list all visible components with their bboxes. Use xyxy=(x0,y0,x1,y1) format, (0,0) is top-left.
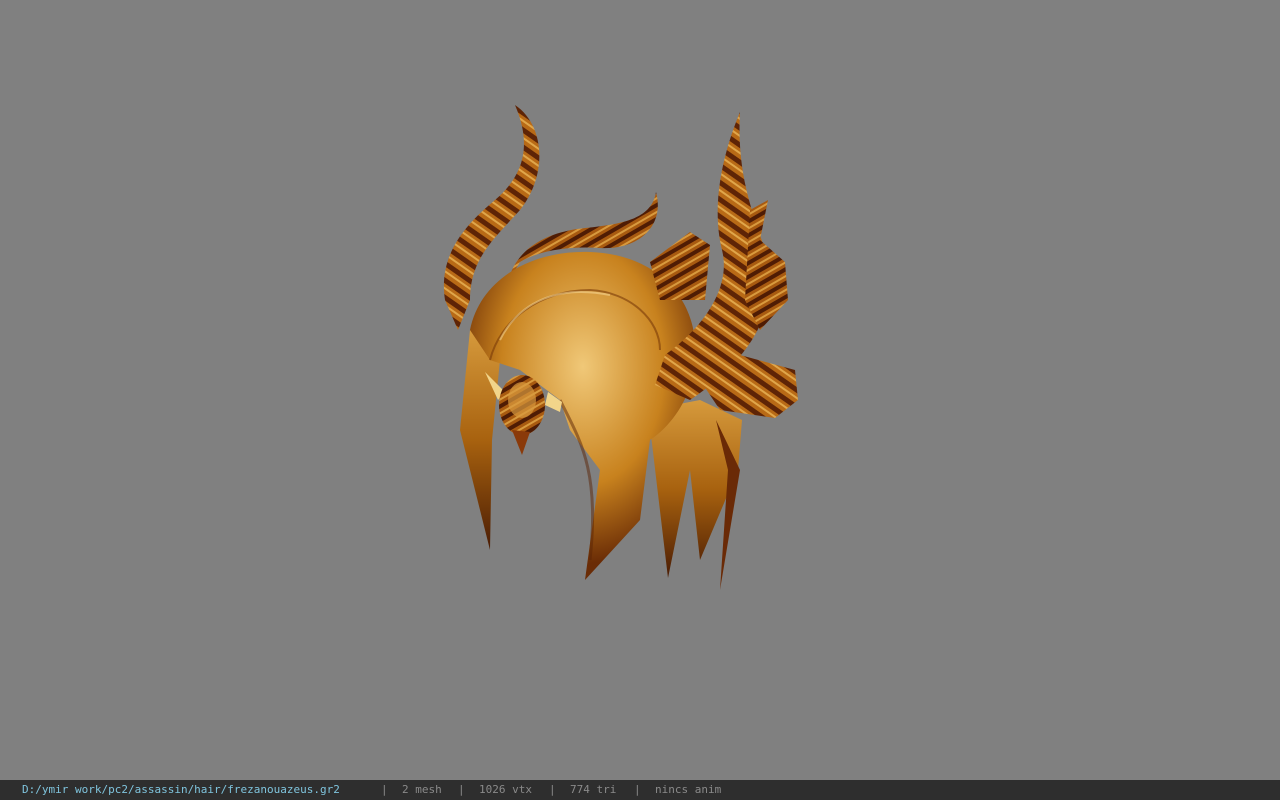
vertex-count: 1026 vtx xyxy=(479,783,532,796)
file-path: D:/ymir work/pc2/assassin/hair/frezanoua… xyxy=(22,783,340,796)
hair-right-block xyxy=(650,232,710,300)
mesh-count: 2 mesh xyxy=(402,783,442,796)
separator: | xyxy=(634,783,641,796)
triangle-count: 774 tri xyxy=(570,783,617,796)
separator: | xyxy=(381,783,388,796)
3d-viewport[interactable] xyxy=(0,0,1280,780)
status-bar: D:/ymir work/pc2/assassin/hair/frezanoua… xyxy=(0,780,1280,800)
model-render xyxy=(443,105,798,590)
separator: | xyxy=(549,783,556,796)
separator: | xyxy=(458,783,465,796)
anim-status: nincs anim xyxy=(655,783,722,796)
